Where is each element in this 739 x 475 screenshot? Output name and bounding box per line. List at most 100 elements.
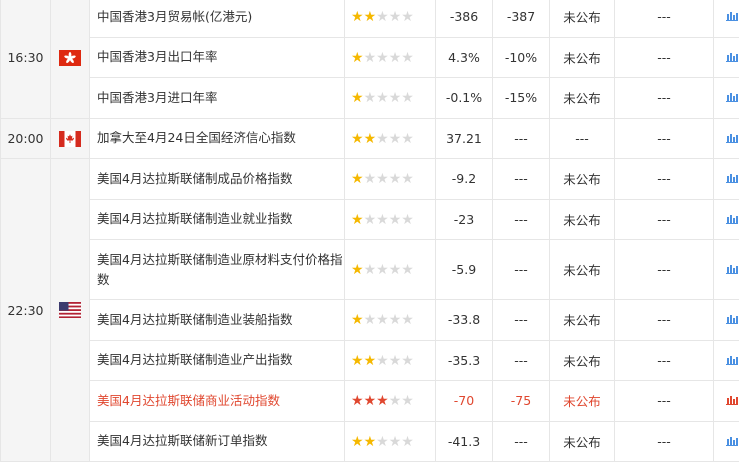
bar-chart-icon[interactable] [726,214,738,224]
star-empty-icon: ★ [401,352,414,369]
bar-chart-icon[interactable] [726,395,738,406]
star-empty-icon: ★ [388,49,402,66]
table-row-highlighted: 美国4月达拉斯联储商业活动指数 ★★★★★ -70 -75 未公布 --- [1,380,739,422]
star-empty-icon: ★ [388,352,402,369]
star-filled-icon: ★ [351,9,364,26]
indicator-name[interactable]: 美国4月达拉斯联储商业活动指数 [89,380,345,422]
indicator-name[interactable]: 加拿大至4月24日全国经济信心指数 [89,117,345,159]
chart-cell[interactable] [713,0,739,38]
star-filled-icon: ★ [363,130,377,147]
importance-stars: ★★★★★ [344,198,436,240]
forecast-value: --- [492,299,550,341]
forecast-value: --- [492,420,550,462]
chart-cell[interactable] [713,77,739,119]
actual-value: 未公布 [549,36,615,78]
flag-cell [50,117,90,159]
forecast-value: --- [492,198,550,240]
star-empty-icon: ★ [376,49,389,66]
canada-flag-icon [59,130,81,147]
indicator-name[interactable]: 美国4月达拉斯联储制造业原材料支付价格指数 [89,239,345,300]
indicator-name[interactable]: 美国4月达拉斯联储制造业产出指数 [89,339,345,381]
star-empty-icon: ★ [363,90,377,107]
table-row: 美国4月达拉斯联储制造业产出指数 ★★★★★ -35.3 --- 未公布 --- [1,339,739,381]
chart-cell[interactable] [713,239,739,300]
actual-value: 未公布 [549,420,615,462]
star-empty-icon: ★ [401,262,414,278]
chart-cell[interactable] [713,158,739,200]
star-empty-icon: ★ [401,171,414,188]
forecast-value: --- [492,158,550,200]
star-empty-icon: ★ [376,433,389,450]
indicator-name[interactable]: 中国香港3月进口年率 [89,77,345,119]
previous-value: -0.1% [435,77,493,119]
indicator-name[interactable]: 美国4月达拉斯联储新订单指数 [89,420,345,462]
star-filled-icon: ★ [363,9,377,26]
hong-kong-flag-icon [59,49,81,66]
forecast-value: --- [492,339,550,381]
effect-value: --- [614,77,714,119]
indicator-name[interactable]: 美国4月达拉斯联储制造业就业指数 [89,198,345,240]
actual-value: 未公布 [549,158,615,200]
forecast-value: -387 [492,0,550,38]
star-empty-icon: ★ [388,90,402,107]
importance-stars: ★★★★★ [344,117,436,159]
indicator-name[interactable]: 美国4月达拉斯联储制造业装船指数 [89,299,345,341]
previous-value: -386 [435,0,493,38]
previous-value: -5.9 [435,239,493,300]
star-empty-icon: ★ [401,393,414,410]
star-empty-icon: ★ [363,49,377,66]
chart-cell[interactable] [713,198,739,240]
indicator-name[interactable]: 中国香港3月贸易帐(亿港元) [89,0,345,38]
bar-chart-icon[interactable] [726,314,738,325]
star-filled-icon: ★ [363,352,377,369]
table-row: 22:30 美国4月达拉斯联储制成品价格指数 ★★★★★ -9.2 --- 未公… [0,158,739,462]
table-row: 20:00 加拿大至4月24日全国经济信心指数 ★★★★★ 37.21 --- … [0,117,739,159]
importance-stars: ★★★★★ [344,380,436,422]
table-row: 美国4月达拉斯联储制造业装船指数 ★★★★★ -33.8 --- 未公布 --- [1,299,739,341]
indicator-name[interactable]: 美国4月达拉斯联储制成品价格指数 [89,158,345,200]
indicator-name[interactable]: 中国香港3月出口年率 [89,36,345,78]
star-empty-icon: ★ [388,433,402,450]
chart-cell[interactable] [713,36,739,78]
star-filled-icon: ★ [363,433,377,450]
chart-cell[interactable] [713,420,739,462]
importance-stars: ★★★★★ [344,239,436,300]
effect-value: --- [614,420,714,462]
previous-value: -35.3 [435,339,493,381]
star-filled-icon: ★ [376,393,389,410]
star-empty-icon: ★ [376,312,389,329]
actual-value: --- [549,117,615,159]
bar-chart-icon[interactable] [726,52,738,62]
importance-stars: ★★★★★ [344,299,436,341]
star-filled-icon: ★ [351,211,364,228]
importance-stars: ★★★★★ [344,420,436,462]
bar-chart-icon[interactable] [726,355,738,365]
bar-chart-icon[interactable] [726,133,738,143]
forecast-value: --- [492,117,550,159]
bar-chart-icon[interactable] [726,173,738,184]
previous-value: -70 [435,380,493,422]
effect-value: --- [614,117,714,159]
forecast-value: --- [492,239,550,300]
bar-chart-icon[interactable] [726,11,738,22]
star-empty-icon: ★ [401,49,414,66]
star-filled-icon: ★ [351,433,364,450]
economic-calendar-table: 16:30 中国香港3月贸易帐(亿港元) ★★★★★ -386 -387 未公布… [0,0,739,462]
previous-value: 37.21 [435,117,493,159]
bar-chart-icon[interactable] [726,264,738,274]
chart-cell[interactable] [713,299,739,341]
release-time: 20:00 [7,130,44,146]
usa-flag-icon [59,302,81,319]
star-empty-icon: ★ [363,312,377,329]
chart-cell[interactable] [713,339,739,381]
chart-cell[interactable] [713,117,739,159]
importance-stars: ★★★★★ [344,339,436,381]
chart-cell[interactable] [713,380,739,422]
time-cell: 22:30 [0,158,51,462]
bar-chart-icon[interactable] [726,92,738,103]
release-time: 22:30 [7,302,44,318]
table-row: 美国4月达拉斯联储新订单指数 ★★★★★ -41.3 --- 未公布 --- [1,420,739,462]
star-empty-icon: ★ [388,262,402,278]
bar-chart-icon[interactable] [726,436,738,446]
star-empty-icon: ★ [388,393,402,410]
